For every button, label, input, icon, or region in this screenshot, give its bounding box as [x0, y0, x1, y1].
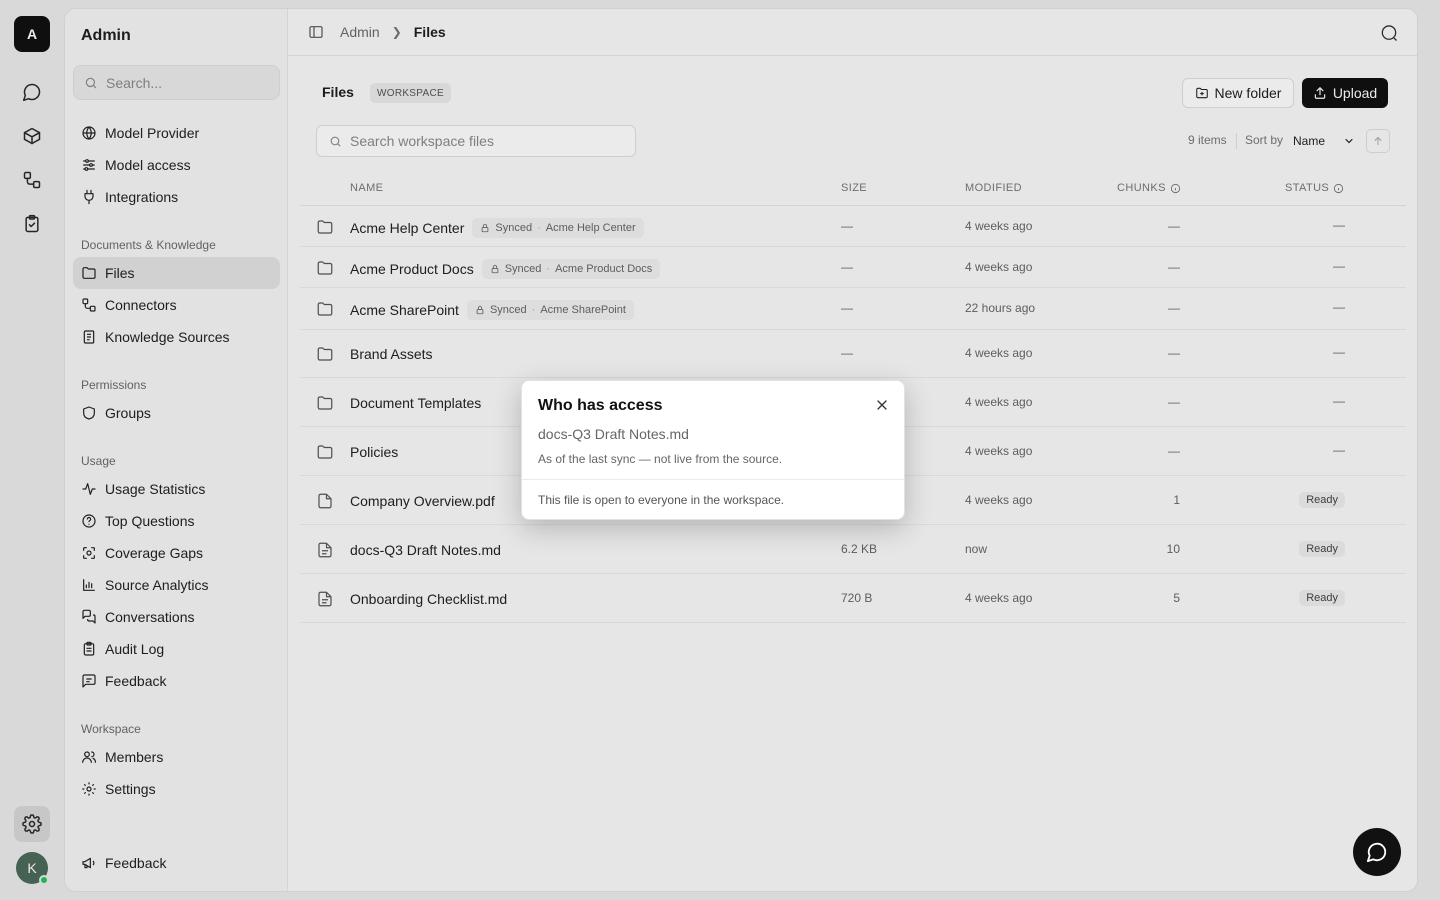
divider [522, 479, 904, 480]
dialog-title: Who has access [538, 397, 663, 414]
chat-icon [1366, 842, 1387, 863]
dialog-sync-note: As of the last sync — not live from the … [538, 452, 783, 466]
who-has-access-dialog: Who has access docs-Q3 Draft Notes.md As… [521, 380, 905, 520]
chat-launcher-button[interactable] [1353, 828, 1401, 876]
dialog-file-name: docs-Q3 Draft Notes.md [538, 426, 689, 442]
close-icon[interactable] [874, 397, 890, 413]
dialog-access-text: This file is open to everyone in the wor… [538, 493, 785, 507]
